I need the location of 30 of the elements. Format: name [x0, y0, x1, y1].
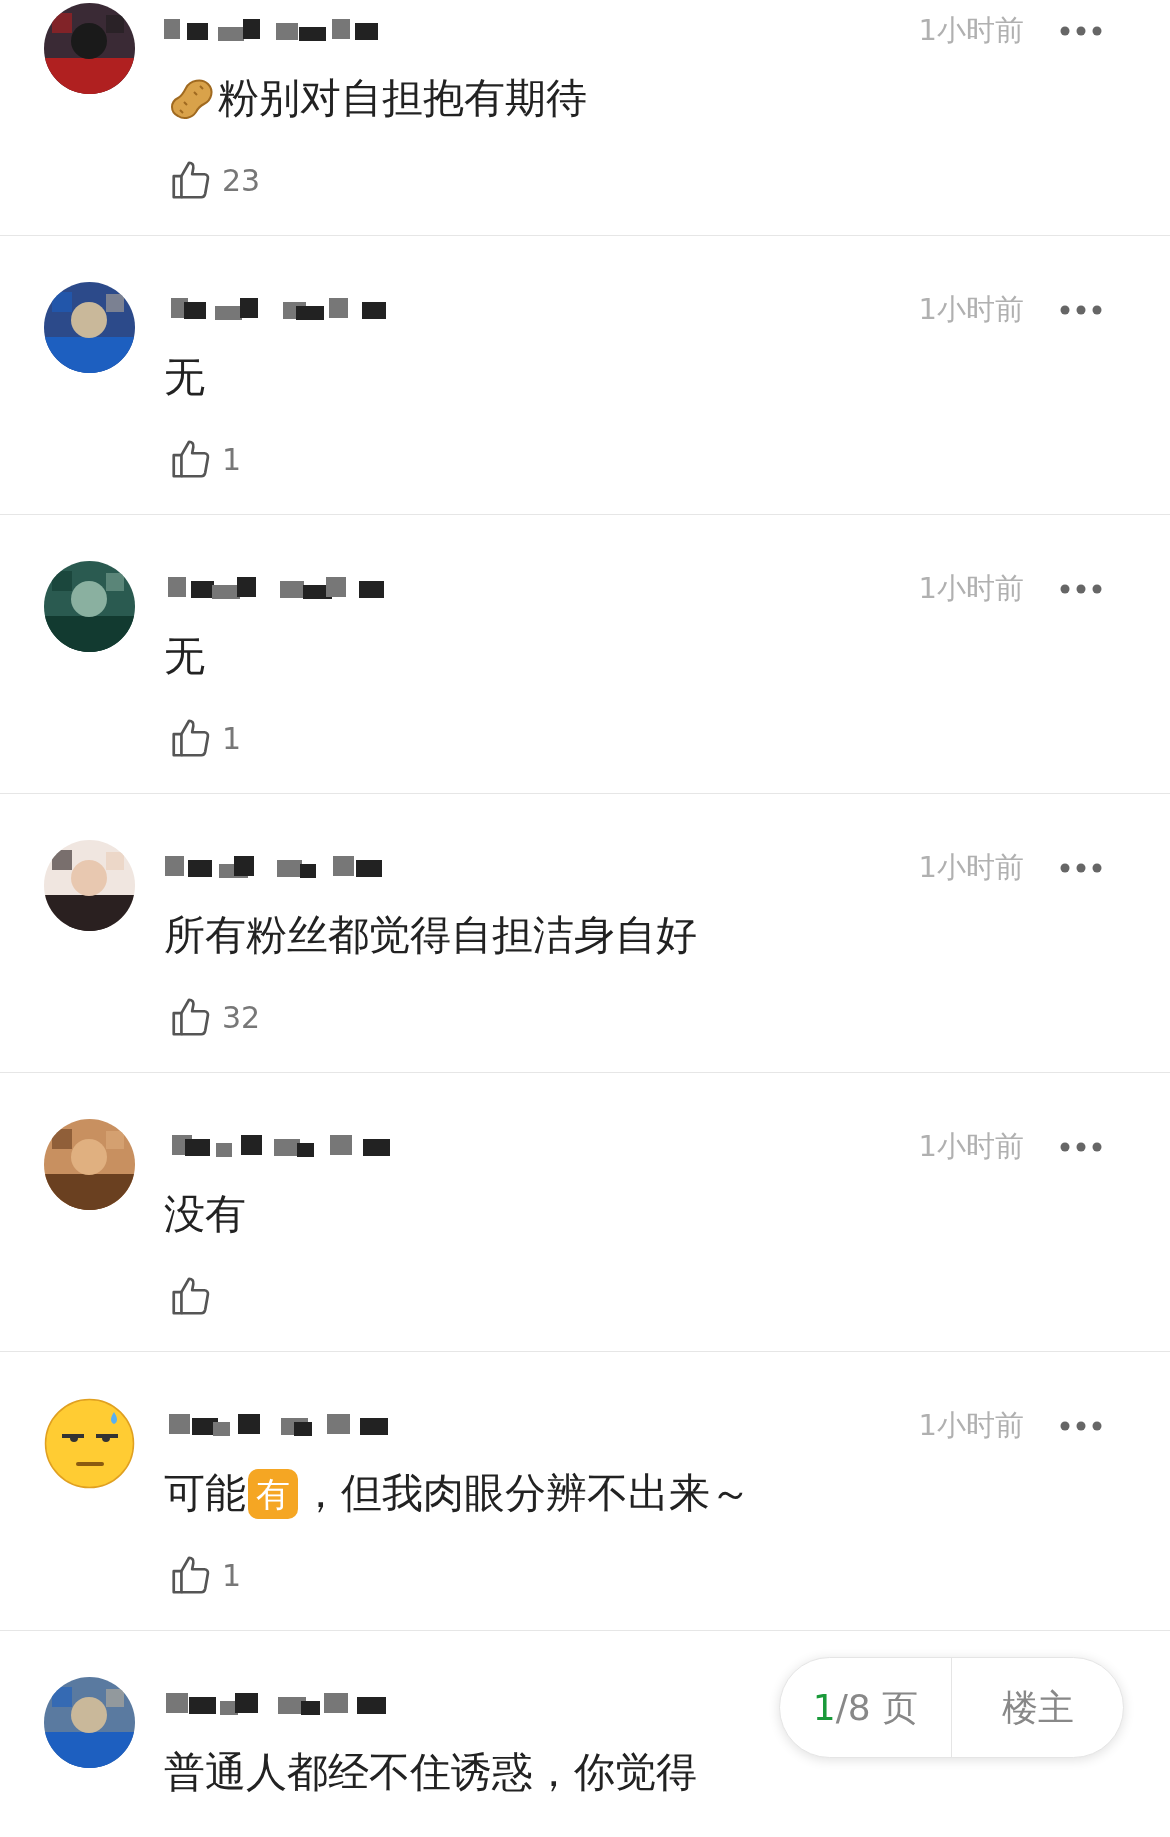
more-icon[interactable]: [1060, 584, 1102, 594]
comment-text: 没有: [164, 1189, 246, 1241]
page-total[interactable]: /8 页: [835, 1680, 919, 1735]
time-label: 1小时前: [918, 1407, 1024, 1445]
comment-text: 所有粉丝都觉得自担洁身自好: [164, 910, 697, 962]
thread-owner-button[interactable]: 楼主: [952, 1658, 1123, 1757]
more-icon[interactable]: [1060, 1421, 1102, 1431]
comment-text: 粉别对自担抱有期待: [218, 73, 587, 125]
comment-text: 无: [164, 631, 205, 683]
emoji-badge: 有: [248, 1469, 298, 1519]
time-label: 1小时前: [918, 570, 1024, 608]
more-icon[interactable]: [1060, 863, 1102, 873]
comment-text: 可能: [164, 1468, 246, 1520]
like-count: 23: [222, 161, 261, 200]
time-label: 1小时前: [918, 291, 1024, 329]
more-icon[interactable]: [1060, 1142, 1102, 1152]
like-count: 1: [222, 719, 242, 758]
emoji-face-icon: [44, 1398, 135, 1489]
time-label: 1小时前: [918, 1128, 1024, 1166]
comment-text: 无: [164, 352, 205, 404]
comment-text: ，但我肉眼分辨不出来～: [300, 1468, 751, 1520]
time-label: 1小时前: [918, 12, 1024, 50]
like-count: 1: [222, 440, 242, 479]
current-page: 1: [812, 1685, 836, 1730]
comment-text: 普通人都经不住诱惑，你觉得: [164, 1747, 697, 1799]
time-label: 1小时前: [918, 849, 1024, 887]
like-count: 32: [222, 998, 261, 1037]
more-icon[interactable]: [1060, 26, 1102, 36]
more-icon[interactable]: [1060, 305, 1102, 315]
like-count: 1: [222, 1556, 242, 1595]
